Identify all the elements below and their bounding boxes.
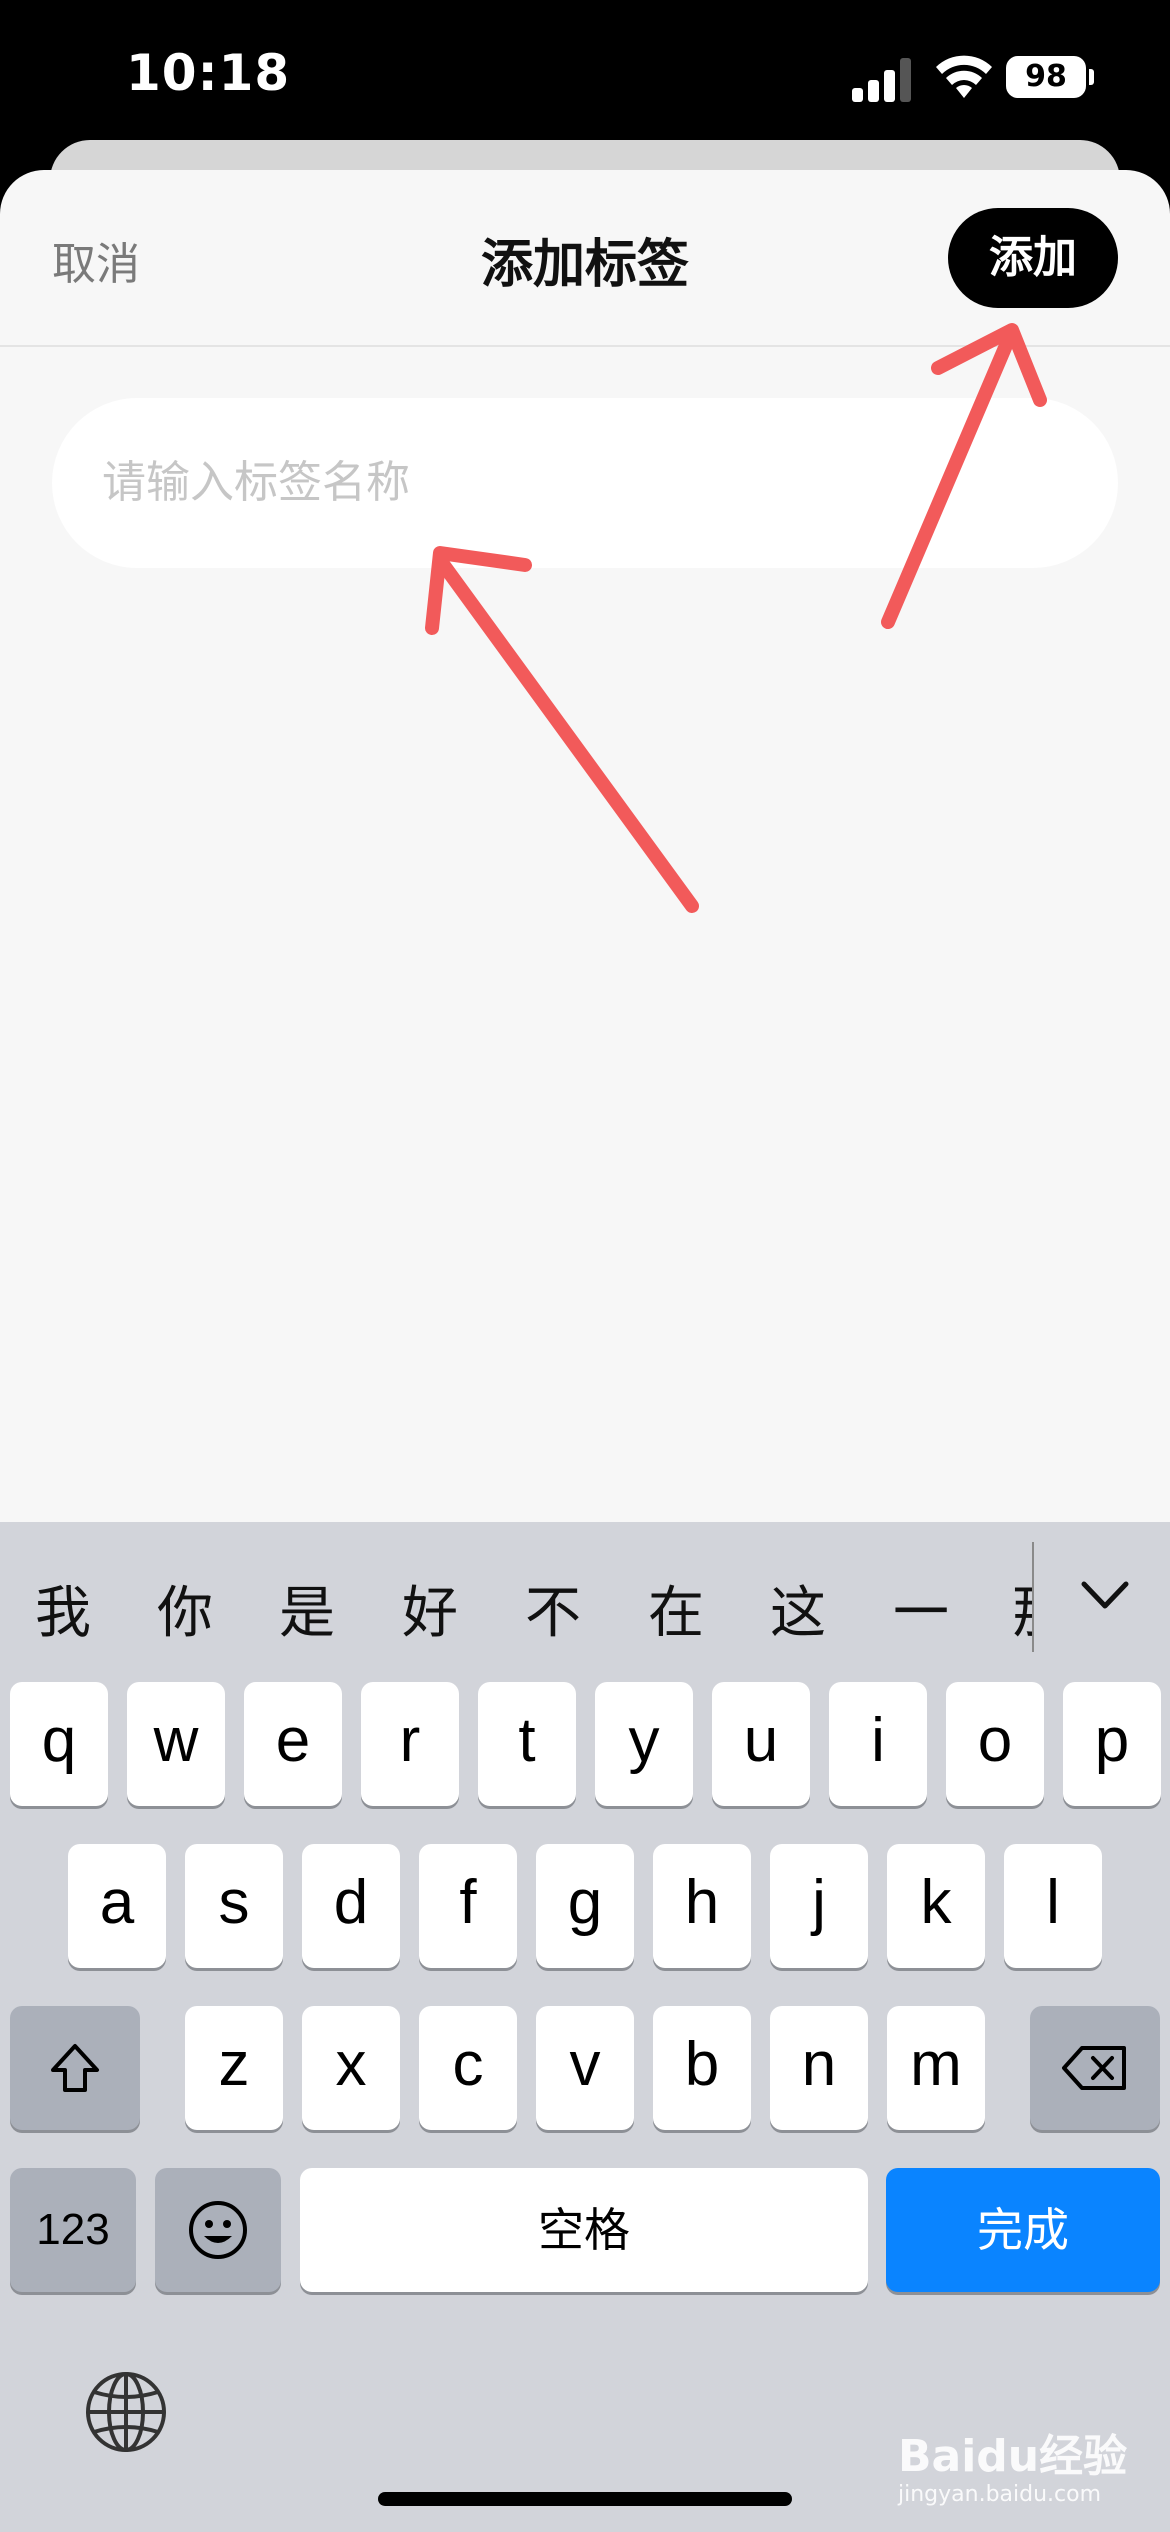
candidate-word[interactable]: 那 [1012, 1568, 1032, 1649]
key-h[interactable]: h [653, 1844, 751, 1968]
candidate-word[interactable]: 不 [525, 1568, 581, 1649]
key-r[interactable]: r [361, 1682, 459, 1806]
emoji-key[interactable] [155, 2168, 281, 2292]
key-b[interactable]: b [653, 2006, 751, 2130]
candidate-word[interactable]: 我 [35, 1568, 91, 1649]
space-key[interactable]: 空格 [300, 2168, 868, 2292]
key-k[interactable]: k [887, 1844, 985, 1968]
candidate-word[interactable]: 一 [893, 1568, 949, 1649]
keyboard: 我 你 是 好 不 在 这 一 那 q w e r t y u i o p a … [0, 1522, 1170, 2532]
key-m[interactable]: m [887, 2006, 985, 2130]
key-g[interactable]: g [536, 1844, 634, 1968]
watermark-url: jingyan.baidu.com [898, 2482, 1102, 2507]
shift-icon [51, 2044, 99, 2092]
sheet-header: 取消 添加标签 添加 [0, 170, 1170, 347]
key-s[interactable]: s [185, 1844, 283, 1968]
chevron-down-icon[interactable] [1080, 1578, 1130, 1614]
candidate-word[interactable]: 是 [279, 1568, 335, 1649]
key-l[interactable]: l [1004, 1844, 1102, 1968]
candidate-word[interactable]: 这 [770, 1568, 826, 1649]
key-a[interactable]: a [68, 1844, 166, 1968]
key-i[interactable]: i [829, 1682, 927, 1806]
key-o[interactable]: o [946, 1682, 1044, 1806]
status-bar: 10:18 98 [0, 0, 1170, 150]
key-d[interactable]: d [302, 1844, 400, 1968]
tag-name-input[interactable] [52, 398, 1118, 568]
candidate-word[interactable]: 你 [157, 1568, 213, 1649]
key-v[interactable]: v [536, 2006, 634, 2130]
key-x[interactable]: x [302, 2006, 400, 2130]
candidate-divider [1032, 1542, 1034, 1652]
key-p[interactable]: p [1063, 1682, 1161, 1806]
wifi-icon [936, 55, 992, 98]
key-f[interactable]: f [419, 1844, 517, 1968]
baidu-watermark: Baidu经验 jingyan.baidu.com [898, 2420, 1127, 2507]
shift-key[interactable] [10, 2006, 140, 2130]
key-e[interactable]: e [244, 1682, 342, 1806]
add-tag-sheet: 取消 添加标签 添加 [0, 170, 1170, 1532]
done-key[interactable]: 完成 [886, 2168, 1160, 2292]
key-z[interactable]: z [185, 2006, 283, 2130]
battery-level: 98 [1025, 59, 1067, 94]
key-n[interactable]: n [770, 2006, 868, 2130]
backspace-icon [1062, 2046, 1126, 2090]
delete-key[interactable] [1030, 2006, 1160, 2130]
battery-icon: 98 [1006, 56, 1094, 98]
emoji-icon [189, 2201, 247, 2259]
add-button[interactable]: 添加 [948, 208, 1118, 308]
key-w[interactable]: w [127, 1682, 225, 1806]
status-time: 10:18 [126, 44, 291, 102]
globe-icon[interactable] [84, 2370, 168, 2454]
candidate-bar: 我 你 是 好 不 在 这 一 那 [0, 1522, 1170, 1672]
key-j[interactable]: j [770, 1844, 868, 1968]
key-t[interactable]: t [478, 1682, 576, 1806]
candidate-word[interactable]: 好 [402, 1568, 458, 1649]
candidate-word[interactable]: 在 [648, 1568, 704, 1649]
key-q[interactable]: q [10, 1682, 108, 1806]
key-u[interactable]: u [712, 1682, 810, 1806]
watermark-main: Baidu经验 [898, 2431, 1128, 2482]
numbers-key[interactable]: 123 [10, 2168, 136, 2292]
home-indicator [378, 2492, 792, 2506]
cellular-signal-icon [852, 58, 912, 102]
key-y[interactable]: y [595, 1682, 693, 1806]
key-c[interactable]: c [419, 2006, 517, 2130]
